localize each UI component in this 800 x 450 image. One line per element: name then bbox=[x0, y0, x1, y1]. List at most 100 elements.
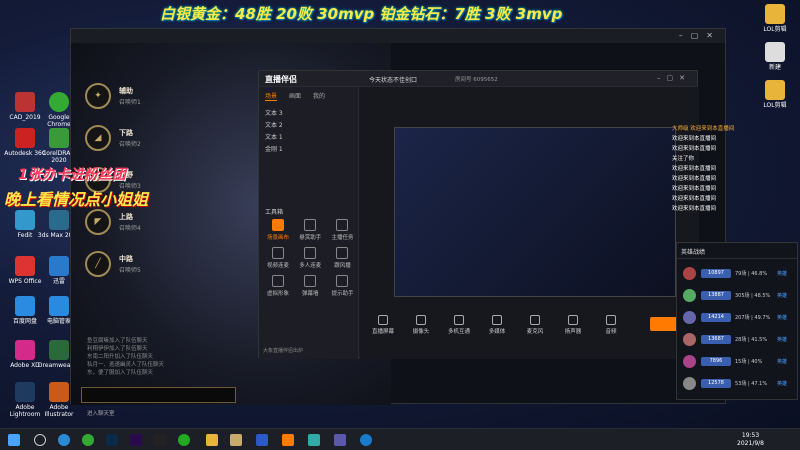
tab-scene[interactable]: 场景 bbox=[265, 91, 278, 101]
live-chat-feed: 大师级 欢迎来到本直播间 欢迎来到本直播间 欢迎来到本直播间 关注了你 欢迎来到… bbox=[672, 124, 796, 230]
photoshop-icon[interactable] bbox=[106, 434, 118, 446]
lobby-chat-log: 鱼豆腐嘛加入了队伍聊天 利翔伊伊加入了队伍聊天 东南二阳升加入了队伍聊天 私月一… bbox=[87, 338, 165, 376]
hero-avatar bbox=[683, 267, 696, 280]
hero-link[interactable]: 英雄 bbox=[777, 270, 787, 277]
folder-icon[interactable] bbox=[206, 434, 218, 446]
app-icon[interactable] bbox=[256, 434, 268, 446]
window-controls[interactable]: –▢✕ bbox=[679, 31, 721, 40]
layer-item[interactable]: 文本 2 bbox=[265, 120, 352, 129]
role-slot-support[interactable]: ✦ 辅助 召唤师1 bbox=[85, 83, 205, 111]
app-icon bbox=[15, 296, 35, 316]
speaker-icon bbox=[568, 315, 578, 325]
mid-lane-icon: ╱ bbox=[85, 251, 111, 277]
app-icon[interactable] bbox=[334, 434, 346, 446]
tool-scene-canvas[interactable]: 场景画布 bbox=[263, 219, 293, 241]
window-controls[interactable]: –▢✕ bbox=[657, 74, 691, 82]
qq-icon[interactable] bbox=[360, 434, 372, 446]
toolbox-grid: 场景画布 悬赏助手 主播任务 视频连麦 多人连麦 跟风播 虚拟形象 弹幕墙 提示… bbox=[263, 219, 359, 303]
app-icon bbox=[49, 128, 69, 148]
lobby-chat-input[interactable] bbox=[81, 387, 236, 403]
role-slot-top[interactable]: ◤ 上路 召唤师4 bbox=[85, 209, 205, 237]
hero-link[interactable]: 英雄 bbox=[777, 380, 787, 387]
chat-line: 欢迎来到本直播间 bbox=[672, 146, 717, 152]
tool-prompt[interactable]: 提示助手 bbox=[327, 275, 357, 297]
layer-item[interactable]: 文本 3 bbox=[265, 108, 352, 117]
tab-canvas[interactable]: 画面 bbox=[289, 91, 301, 100]
avatar-icon bbox=[272, 275, 284, 287]
live-companion-icon[interactable] bbox=[282, 434, 294, 446]
hero-avatar bbox=[683, 333, 696, 346]
capcut-icon[interactable] bbox=[154, 434, 166, 446]
app-icon bbox=[15, 382, 35, 402]
source-media-button[interactable]: 多媒体 bbox=[482, 315, 512, 335]
desktop-icon[interactable]: 新建 bbox=[752, 42, 798, 71]
role-slot-bottom[interactable]: ◢ 下路 召唤师2 bbox=[85, 125, 205, 153]
window-titlebar: –▢✕ bbox=[71, 29, 725, 43]
premiere-icon[interactable] bbox=[130, 434, 142, 446]
stream-preview[interactable] bbox=[394, 127, 676, 297]
chat-line: 大师级 欢迎来到本直播间 bbox=[672, 126, 735, 132]
hero-avatar bbox=[683, 377, 696, 390]
follow-icon bbox=[336, 247, 349, 259]
hero-link[interactable]: 英雄 bbox=[777, 292, 787, 299]
audio-button[interactable]: 音频 bbox=[596, 315, 626, 335]
app-icon bbox=[49, 382, 69, 402]
app-icon[interactable] bbox=[308, 434, 320, 446]
tool-danmaku[interactable]: 弹幕墙 bbox=[295, 275, 325, 297]
windows-start-icon[interactable] bbox=[8, 434, 20, 446]
video-icon bbox=[272, 247, 284, 259]
layer-item[interactable]: 金刚 1 bbox=[265, 144, 352, 153]
overlay-stats-text: 白银黄金：48胜 20败 30mvp 铂金钻石：7胜 3败 3mvp bbox=[160, 5, 563, 23]
edge-icon[interactable] bbox=[58, 434, 70, 446]
canvas-icon bbox=[272, 219, 284, 231]
chat-line: 欢迎来到本直播间 bbox=[672, 176, 717, 182]
app-icon bbox=[49, 340, 69, 360]
multi-user-icon bbox=[304, 247, 317, 259]
source-multi-device-button[interactable]: 多机互通 bbox=[444, 315, 474, 335]
tab-mine[interactable]: 我的 bbox=[313, 91, 325, 100]
chat-line: 欢迎来到本直播间 bbox=[672, 206, 717, 212]
source-toolbar: 直播屏幕 摄像头 多机互通 多媒体 麦克风 扬声器 音频 bbox=[360, 315, 699, 339]
tool-multi-link[interactable]: 多人连麦 bbox=[295, 247, 325, 269]
app-icon bbox=[15, 340, 35, 360]
hero-link[interactable]: 英雄 bbox=[777, 358, 787, 365]
wechat-icon[interactable] bbox=[178, 434, 190, 446]
system-clock[interactable]: 19:53 2021/9/8 bbox=[737, 432, 764, 448]
tool-anchor-task[interactable]: 主播任务 bbox=[327, 219, 357, 241]
chat-line: 欢迎来到本直播间 bbox=[672, 196, 717, 202]
tool-bounty[interactable]: 悬赏助手 bbox=[295, 219, 325, 241]
stream-title-field[interactable]: 今天状态不佳创口 bbox=[369, 75, 417, 84]
chat-line: 欢迎来到本直播间 bbox=[672, 136, 717, 142]
mic-button[interactable]: 麦克风 bbox=[520, 315, 550, 335]
role-slot-mid[interactable]: ╱ 中路 召唤师5 bbox=[85, 251, 205, 279]
tool-video-link[interactable]: 视频连麦 bbox=[263, 247, 293, 269]
search-icon[interactable] bbox=[34, 434, 46, 446]
microphone-icon bbox=[530, 315, 540, 325]
chat-room-label: 进入聊天室 bbox=[87, 411, 115, 417]
app-icon bbox=[49, 210, 69, 230]
app-icon bbox=[49, 296, 69, 316]
app-icon bbox=[15, 128, 35, 148]
hero-record-row: 12578 53场 | 47.1% 英雄 bbox=[681, 375, 795, 393]
desktop-icon[interactable]: LOL剪辑 bbox=[752, 4, 798, 33]
source-screen-button[interactable]: 直播屏幕 bbox=[368, 315, 398, 335]
hero-link[interactable]: 英雄 bbox=[777, 314, 787, 321]
hero-link[interactable]: 英雄 bbox=[777, 336, 787, 343]
tool-avatar[interactable]: 虚拟形象 bbox=[263, 275, 293, 297]
streaming-companion-window: 直播伴侣 今天状态不佳创口 房间号 6095652 –▢✕ 场景 画面 我的 文本 … bbox=[258, 70, 699, 359]
toolbox-title: 工具箱 bbox=[265, 209, 284, 216]
support-icon: ✦ bbox=[85, 83, 111, 109]
desktop-icon[interactable]: LOL剪辑 bbox=[752, 80, 798, 109]
app-logo: 直播伴侣 bbox=[265, 75, 297, 84]
chrome-icon[interactable] bbox=[82, 434, 94, 446]
tool-follow[interactable]: 跟风播 bbox=[327, 247, 357, 269]
app-icon bbox=[49, 256, 69, 276]
app-icon bbox=[15, 210, 35, 230]
layer-item[interactable]: 文本 1 bbox=[265, 132, 352, 141]
source-camera-button[interactable]: 摄像头 bbox=[406, 315, 436, 335]
room-id-label: 房间号 6095652 bbox=[455, 77, 498, 83]
hero-avatar bbox=[683, 355, 696, 368]
top-lane-icon: ◤ bbox=[85, 209, 111, 235]
game-icon[interactable] bbox=[230, 434, 242, 446]
speaker-button[interactable]: 扬声器 bbox=[558, 315, 588, 335]
